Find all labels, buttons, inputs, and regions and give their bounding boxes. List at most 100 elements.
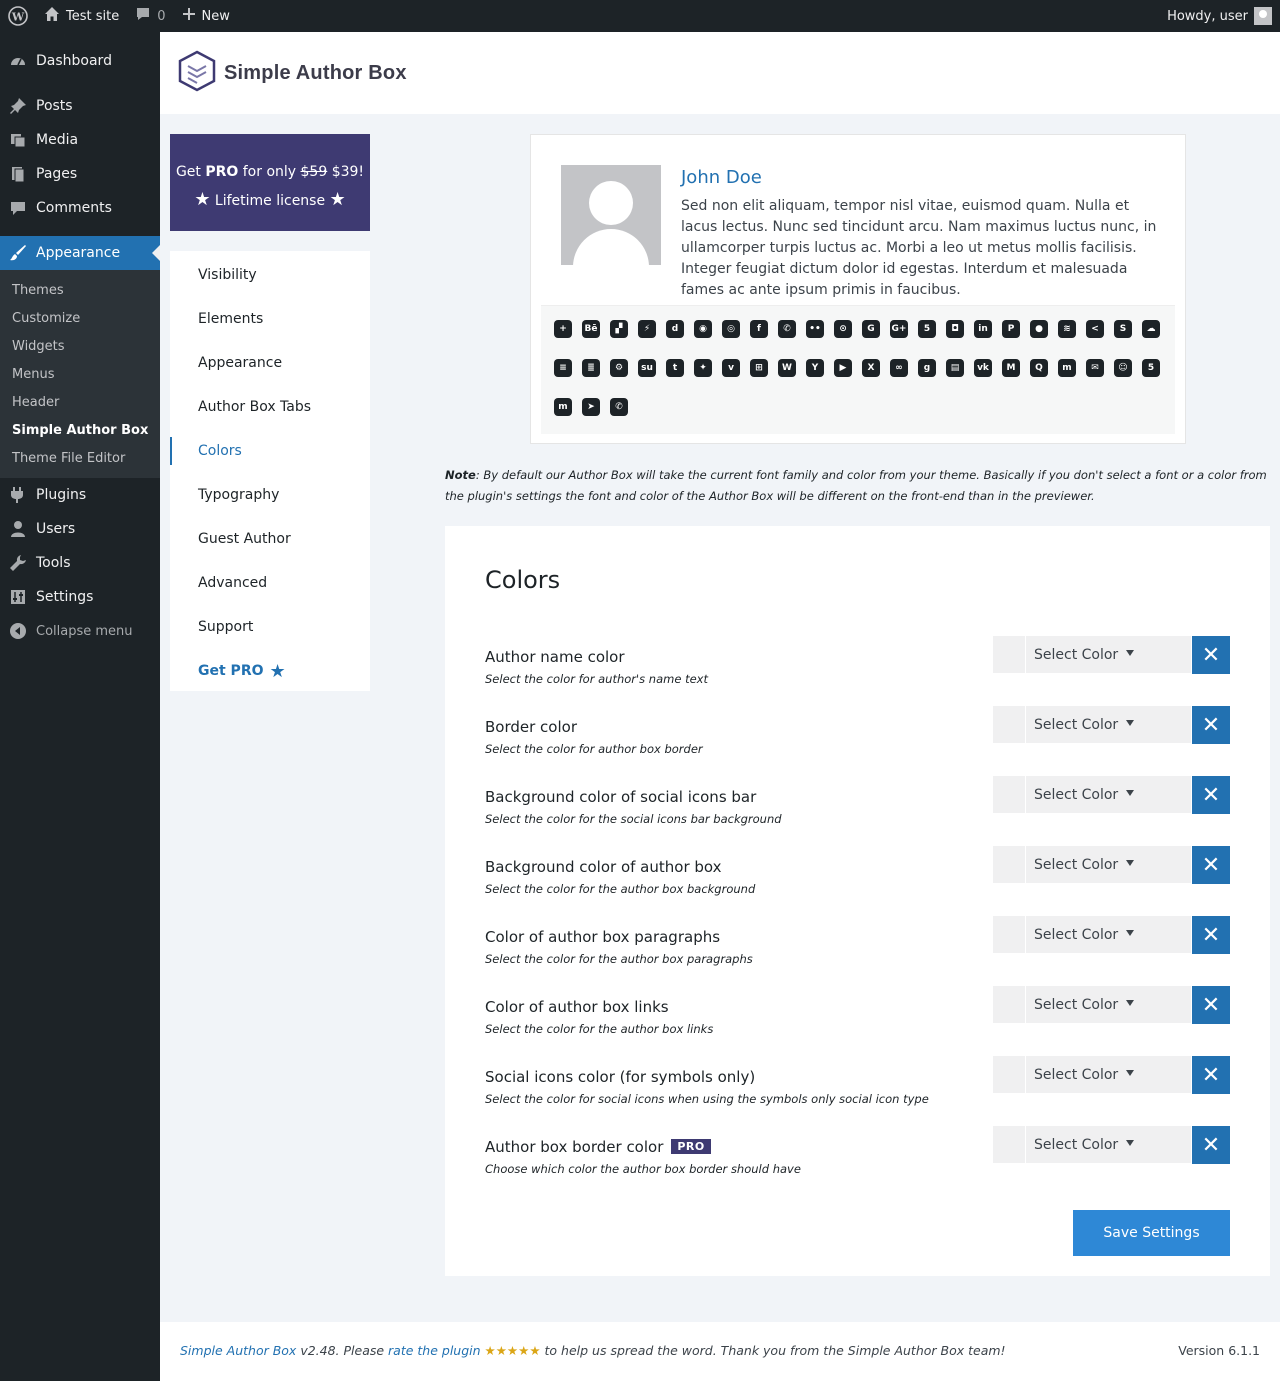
facebook-icon[interactable]: f xyxy=(745,318,773,357)
sidebar-item-settings[interactable]: Settings xyxy=(0,580,160,614)
clear-color-button[interactable]: ✕ xyxy=(1192,986,1230,1024)
stumbleupon-icon[interactable]: su xyxy=(633,357,661,396)
whatsapp-icon[interactable]: ✆ xyxy=(773,318,801,357)
500px-icon[interactable]: 5 xyxy=(1137,357,1165,396)
vk-icon[interactable]: vk xyxy=(969,357,997,396)
clear-color-button[interactable]: ✕ xyxy=(1192,706,1230,744)
google-icon[interactable]: G xyxy=(857,318,885,357)
submenu-item-header[interactable]: Header xyxy=(0,388,160,416)
clear-color-button[interactable]: ✕ xyxy=(1192,916,1230,954)
select-color-button[interactable]: Select Color xyxy=(1026,787,1135,803)
sidebar-item-media[interactable]: Media xyxy=(0,123,160,157)
sidebar-item-pages[interactable]: Pages xyxy=(0,157,160,191)
color-swatch[interactable] xyxy=(993,1126,1026,1163)
select-color-button[interactable]: Select Color xyxy=(1026,647,1135,663)
mixcloud-icon[interactable]: ∞ xyxy=(885,357,913,396)
color-picker[interactable]: Select Color xyxy=(993,706,1191,743)
flickr-icon[interactable]: •• xyxy=(801,318,829,357)
color-picker[interactable]: Select Color xyxy=(993,916,1191,953)
color-swatch[interactable] xyxy=(993,706,1026,743)
submenu-item-simple-author-box[interactable]: Simple Author Box xyxy=(0,416,160,444)
tab-get-pro[interactable]: Get PRO ★ xyxy=(170,649,370,693)
rate-plugin-link[interactable]: rate the plugin xyxy=(388,1343,481,1358)
save-settings-button[interactable]: Save Settings xyxy=(1073,1210,1230,1256)
digg-icon[interactable]: d xyxy=(661,318,689,357)
goodreads-icon[interactable]: g xyxy=(913,357,941,396)
tab-advanced[interactable]: Advanced xyxy=(170,561,370,605)
tumblr-icon[interactable]: t xyxy=(661,357,689,396)
twitch-icon[interactable]: ▤ xyxy=(941,357,969,396)
medium-icon[interactable]: M xyxy=(997,357,1025,396)
submenu-item-widgets[interactable]: Widgets xyxy=(0,332,160,360)
submenu-item-theme-file-editor[interactable]: Theme File Editor xyxy=(0,444,160,472)
discord-icon[interactable]: ◉ xyxy=(689,318,717,357)
meetup-icon[interactable]: m xyxy=(1053,357,1081,396)
submenu-item-menus[interactable]: Menus xyxy=(0,360,160,388)
pinterest-icon[interactable]: P xyxy=(997,318,1025,357)
clear-color-button[interactable]: ✕ xyxy=(1192,846,1230,884)
site-name-link[interactable]: Test site xyxy=(36,0,127,32)
addthis-icon[interactable]: + xyxy=(549,318,577,357)
windows-icon[interactable]: ⊞ xyxy=(745,357,773,396)
rating-stars[interactable]: ★★★★★ xyxy=(481,1343,545,1358)
collapse-menu-button[interactable]: Collapse menu xyxy=(0,614,160,648)
color-picker[interactable]: Select Color xyxy=(993,636,1191,673)
wordpress-icon[interactable]: W xyxy=(773,357,801,396)
tab-guest-author[interactable]: Guest Author xyxy=(170,517,370,561)
tab-typography[interactable]: Typography xyxy=(170,473,370,517)
submenu-item-customize[interactable]: Customize xyxy=(0,304,160,332)
vimeo-icon[interactable]: v xyxy=(717,357,745,396)
clear-color-button[interactable]: ✕ xyxy=(1192,1126,1230,1164)
soundcloud-icon[interactable]: ☁ xyxy=(1137,318,1165,357)
tab-visibility[interactable]: Visibility xyxy=(170,253,370,297)
deviantart-icon[interactable]: ⚡ xyxy=(633,318,661,357)
wordpress-logo-icon[interactable]: W xyxy=(0,0,36,32)
color-swatch[interactable] xyxy=(993,986,1026,1023)
select-color-button[interactable]: Select Color xyxy=(1026,1067,1135,1083)
github-icon[interactable]: ⊙ xyxy=(829,318,857,357)
tab-support[interactable]: Support xyxy=(170,605,370,649)
delicious-icon[interactable]: ▞ xyxy=(605,318,633,357)
color-swatch[interactable] xyxy=(993,916,1026,953)
share-icon[interactable]: < xyxy=(1081,318,1109,357)
spotify-icon[interactable]: ≡ xyxy=(549,357,577,396)
email-icon[interactable]: ✉ xyxy=(1081,357,1109,396)
plugin-link[interactable]: Simple Author Box xyxy=(180,1343,296,1358)
my-account-link[interactable]: Howdy, user xyxy=(1159,0,1280,32)
tab-appearance[interactable]: Appearance xyxy=(170,341,370,385)
xing-icon[interactable]: X xyxy=(857,357,885,396)
youtube-icon[interactable]: ▶ xyxy=(829,357,857,396)
new-content-link[interactable]: New xyxy=(174,0,238,32)
dribbble-icon[interactable]: ◎ xyxy=(717,318,745,357)
mastodon-icon[interactable]: m xyxy=(549,396,577,435)
color-swatch[interactable] xyxy=(993,636,1026,673)
sidebar-item-posts[interactable]: Posts xyxy=(0,89,160,123)
rss-icon[interactable]: ≋ xyxy=(1053,318,1081,357)
instagram-icon[interactable]: ◘ xyxy=(941,318,969,357)
reddit-icon[interactable]: ● xyxy=(1025,318,1053,357)
author-name-link[interactable]: John Doe xyxy=(681,167,762,188)
tab-author-box-tabs[interactable]: Author Box Tabs xyxy=(170,385,370,429)
submenu-item-themes[interactable]: Themes xyxy=(0,276,160,304)
telegram-icon[interactable]: ➤ xyxy=(577,396,605,435)
linkedin-icon[interactable]: in xyxy=(969,318,997,357)
behance-icon[interactable]: Bē xyxy=(577,318,605,357)
color-swatch[interactable] xyxy=(993,846,1026,883)
ycombinator-icon[interactable]: Y xyxy=(801,357,829,396)
color-picker[interactable]: Select Color xyxy=(993,1056,1191,1093)
skype-icon[interactable]: S xyxy=(1109,318,1137,357)
steam-icon[interactable]: ⚙ xyxy=(605,357,633,396)
tab-colors[interactable]: Colors xyxy=(170,429,370,473)
color-swatch[interactable] xyxy=(993,776,1026,813)
select-color-button[interactable]: Select Color xyxy=(1026,857,1135,873)
sidebar-item-users[interactable]: Users xyxy=(0,512,160,546)
sidebar-item-dashboard[interactable]: Dashboard xyxy=(0,44,160,78)
get-pro-banner[interactable]: Get PRO for only $59 $39! ★ Lifetime lic… xyxy=(170,134,370,231)
clear-color-button[interactable]: ✕ xyxy=(1192,1056,1230,1094)
sidebar-item-tools[interactable]: Tools xyxy=(0,546,160,580)
select-color-button[interactable]: Select Color xyxy=(1026,1137,1135,1153)
color-picker[interactable]: Select Color xyxy=(993,846,1191,883)
color-swatch[interactable] xyxy=(993,1056,1026,1093)
html5-icon[interactable]: 5 xyxy=(913,318,941,357)
color-picker[interactable]: Select Color xyxy=(993,986,1191,1023)
